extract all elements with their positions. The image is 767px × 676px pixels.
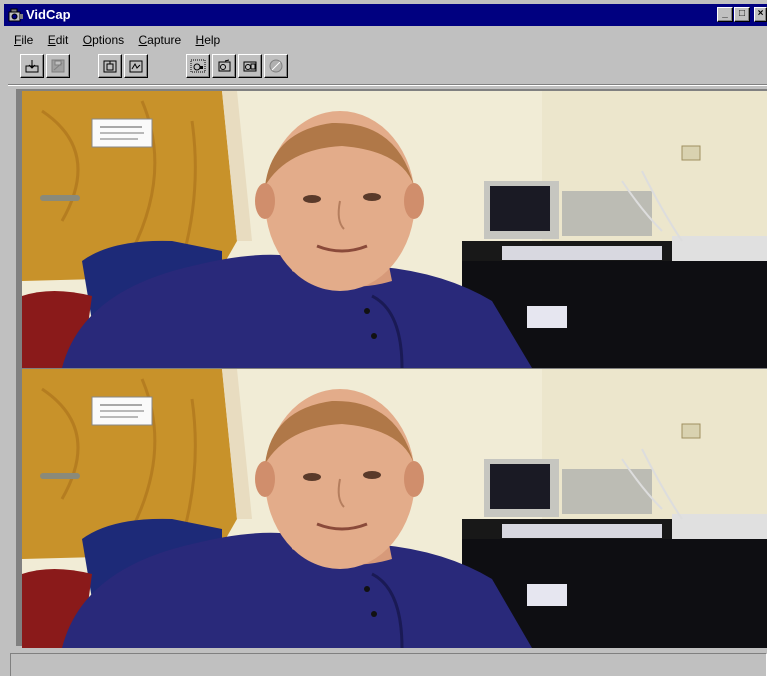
save-captured-video-button[interactable] — [46, 54, 70, 78]
bottom-video-frame — [22, 369, 767, 648]
close-button[interactable]: × — [754, 7, 767, 22]
capture-video-button[interactable] — [238, 54, 262, 78]
capture-preview-area — [16, 89, 767, 648]
set-capture-file-icon — [25, 60, 39, 73]
capture-single-frame-icon — [190, 59, 206, 73]
capture-frames-icon — [218, 59, 231, 72]
menu-options[interactable]: Options — [83, 32, 124, 48]
capture-video-icon — [243, 61, 257, 72]
status-bar — [10, 653, 767, 676]
toolbar-separator — [8, 84, 767, 86]
video-source-icon — [103, 60, 117, 73]
video-source-button[interactable] — [98, 54, 122, 78]
toolbar — [20, 54, 760, 82]
menu-capture[interactable]: Capture — [138, 32, 181, 48]
title-bar[interactable]: VidCap _ □ × — [4, 4, 767, 26]
video-format-button[interactable] — [124, 54, 148, 78]
save-captured-video-icon — [51, 59, 65, 73]
menu-bar: File Edit Options Capture Help — [14, 32, 231, 50]
menu-edit[interactable]: Edit — [48, 32, 69, 48]
minimize-icon: _ — [722, 8, 728, 19]
stop-capture-icon — [269, 59, 283, 73]
close-icon: × — [757, 8, 764, 19]
maximize-button[interactable]: □ — [734, 7, 750, 22]
video-format-icon — [129, 60, 143, 73]
top-video-frame — [22, 91, 767, 368]
capture-single-frame-button[interactable] — [186, 54, 210, 78]
camera-app-icon — [8, 8, 23, 22]
maximize-icon: □ — [738, 8, 746, 19]
stop-capture-button[interactable] — [264, 54, 288, 78]
capture-frames-button[interactable] — [212, 54, 236, 78]
vidcap-window: VidCap _ □ × File Edit Options Capture H… — [0, 0, 767, 676]
menu-help[interactable]: Help — [196, 32, 221, 48]
window-title: VidCap — [26, 7, 71, 22]
menu-file[interactable]: File — [14, 32, 33, 48]
minimize-button[interactable]: _ — [717, 7, 733, 22]
set-capture-file-button[interactable] — [20, 54, 44, 78]
